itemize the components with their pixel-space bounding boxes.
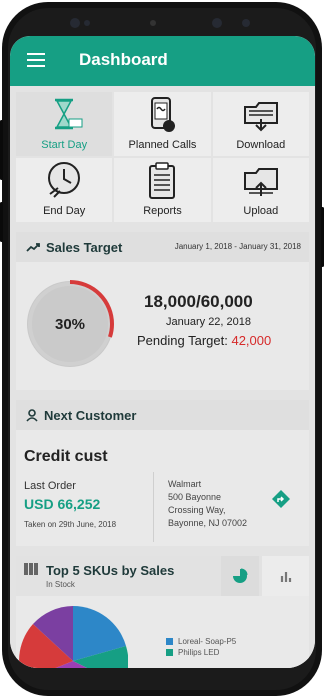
menu-icon[interactable] (27, 53, 45, 67)
top-skus-subtitle: In Stock (46, 580, 75, 589)
address-line: Bayonne, NJ 07002 (168, 518, 248, 528)
next-customer-card[interactable]: Next Customer Credit cust Last Order USD… (16, 400, 309, 546)
top-skus-title: Top 5 SKUs by Sales (46, 563, 175, 578)
order-amount: USD 66,252 (24, 496, 101, 512)
address-line: Walmart (168, 479, 202, 489)
sales-target-card: Sales Target January 1, 2018 - January 3… (16, 232, 309, 390)
dashboard-content: Start Day Planned Calls Download End Day… (10, 86, 315, 668)
pie-chart-icon (233, 568, 248, 583)
legend-label: Loreal- Soap-P5 (178, 637, 237, 646)
tile-label: Planned Calls (128, 139, 197, 151)
phone-call-icon (151, 97, 176, 132)
customer-name: Credit cust (24, 448, 108, 465)
next-customer-header: Next Customer (16, 400, 309, 430)
end-day-button[interactable]: End Day (16, 158, 113, 222)
start-day-button[interactable]: Start Day (16, 92, 113, 156)
next-customer-title: Next Customer (44, 407, 137, 423)
volume-button (0, 120, 3, 180)
date-range: January 1, 2018 - January 31, 2018 (174, 242, 301, 251)
last-order-label: Last Order (24, 480, 76, 492)
side-button (0, 202, 3, 242)
upload-button[interactable]: Upload (212, 158, 309, 222)
app-bar: Dashboard (10, 36, 315, 86)
bar-chart-icon (280, 572, 291, 582)
address-line: 500 Bayonne (168, 492, 222, 502)
top-skus-header: Top 5 SKUs by Sales In Stock (16, 556, 309, 596)
person-icon (26, 408, 38, 422)
target-date: January 22, 2018 (166, 316, 252, 328)
tile-label: Download (236, 139, 286, 151)
page-title: Dashboard (79, 50, 168, 69)
order-date: Taken on 29th June, 2018 (24, 520, 117, 529)
bar-chart-toggle[interactable] (262, 556, 309, 596)
download-button[interactable]: Download (212, 92, 309, 156)
address-line: Crossing Way, (168, 505, 226, 515)
action-grid: Start Day Planned Calls Download End Day… (16, 92, 309, 222)
legend-swatch (166, 649, 173, 656)
download-folder-icon (243, 102, 278, 132)
legend-swatch (166, 638, 173, 645)
tile-label: Reports (143, 205, 182, 217)
directions-icon[interactable] (272, 490, 290, 508)
divider (153, 472, 154, 542)
legend-item: Philips LED (166, 647, 236, 658)
progress-percent: 30% (54, 315, 86, 333)
pending-value: 42,000 (231, 333, 272, 348)
legend-label: Philips LED (178, 648, 220, 657)
power-button (321, 207, 324, 267)
barcode-icon (24, 563, 38, 575)
clock-icon (48, 162, 81, 198)
pending-label: Pending Target: (137, 333, 228, 348)
planned-calls-button[interactable]: Planned Calls (114, 92, 211, 156)
app-screen: Dashboard Start Day Planned Calls Downlo… (10, 36, 315, 668)
sku-pie-chart (19, 606, 128, 668)
tile-label: Upload (243, 205, 279, 217)
tile-label: Start Day (41, 139, 88, 151)
hourglass-icon (55, 98, 83, 130)
sales-target-header: Sales Target January 1, 2018 - January 3… (16, 232, 309, 262)
upload-folder-icon (243, 168, 278, 196)
sku-legend: Loreal- Soap-P5 Philips LED (166, 636, 236, 658)
pending-target: Pending Target: 42,000 (137, 333, 271, 348)
sales-target-title: Sales Target (46, 239, 123, 255)
legend-item: Loreal- Soap-P5 (166, 636, 236, 647)
top-skus-card: Top 5 SKUs by Sales In Stock Loreal- Soa… (16, 556, 309, 668)
achieved-value: 18,000/60,000 (144, 292, 253, 311)
clipboard-icon (149, 162, 176, 199)
tile-label: End Day (43, 205, 86, 217)
reports-button[interactable]: Reports (114, 158, 211, 222)
sensor-bar (62, 17, 262, 31)
trending-up-icon (26, 243, 40, 252)
pie-chart-toggle[interactable] (221, 556, 259, 596)
customer-address: Walmart 500 Bayonne Crossing Way, Bayonn… (168, 478, 278, 530)
